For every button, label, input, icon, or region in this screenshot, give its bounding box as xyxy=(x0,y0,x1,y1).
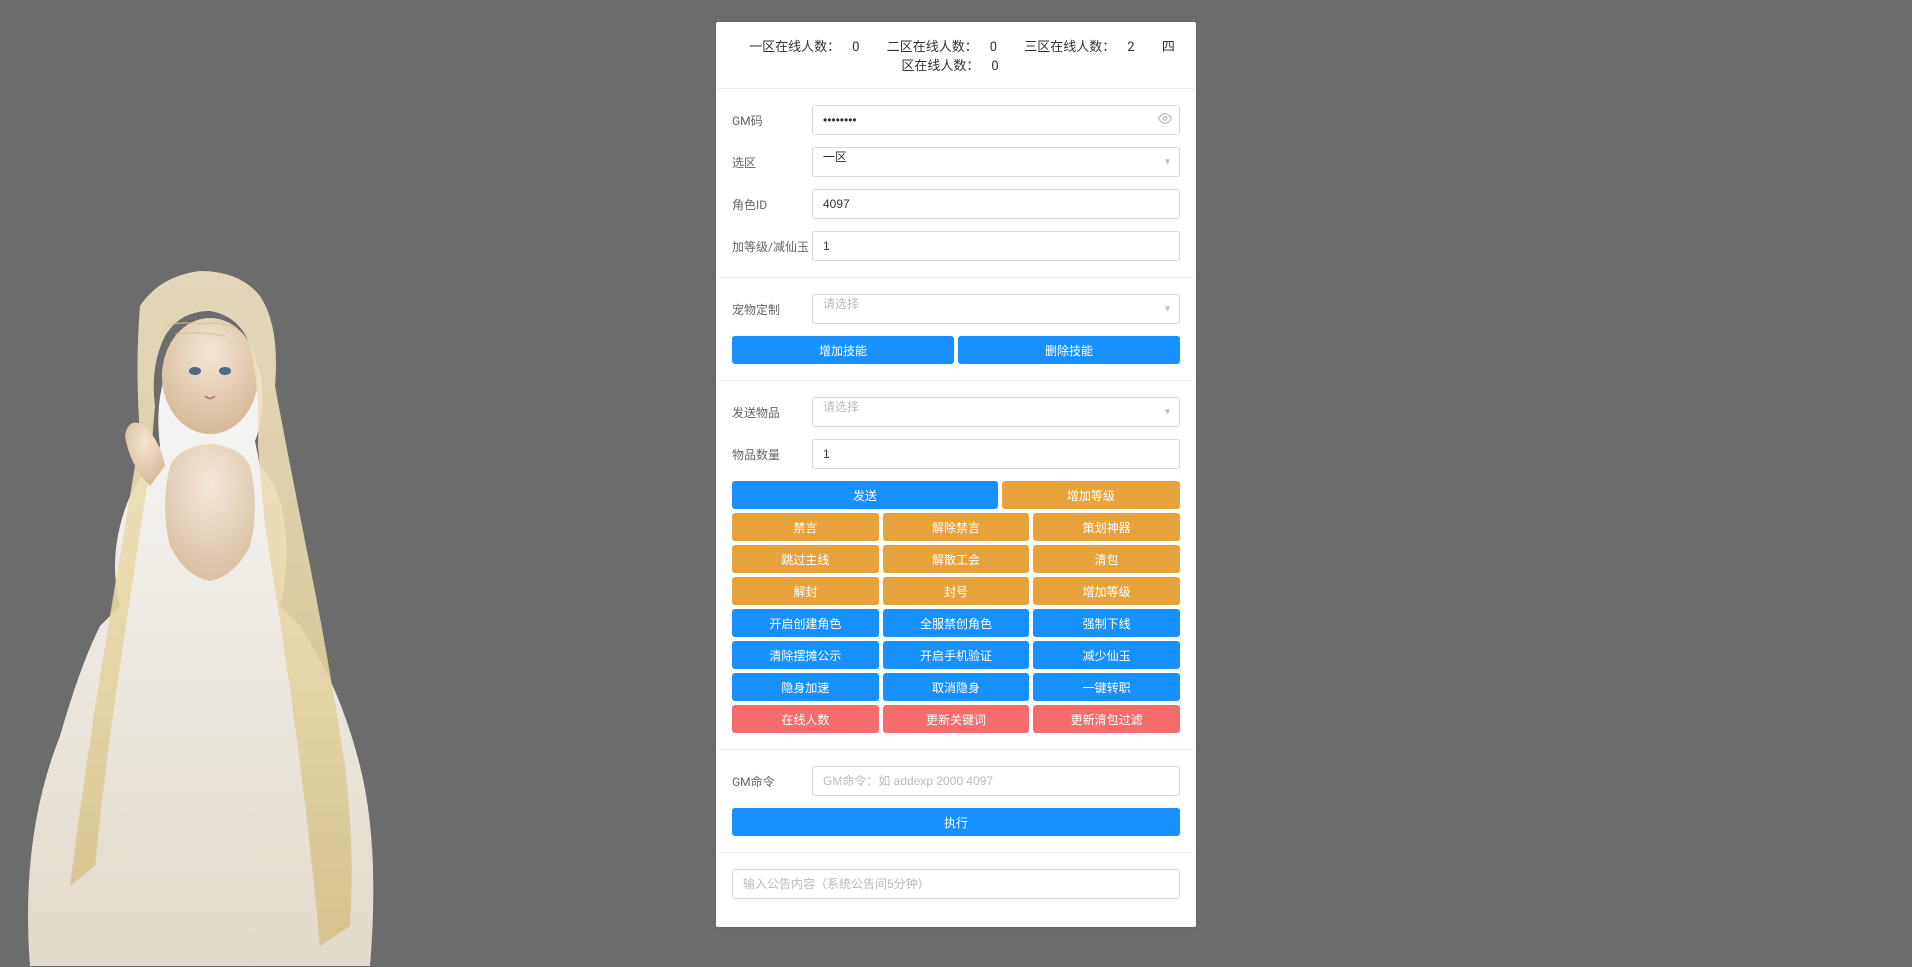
zone2-status: 二区在线人数：0 xyxy=(881,40,1003,55)
force-offline-button[interactable]: 强制下线 xyxy=(1033,609,1180,637)
announce-input[interactable] xyxy=(732,869,1180,899)
send-item-label: 发送物品 xyxy=(732,404,812,421)
clear-display-button[interactable]: 清除摆摊公示 xyxy=(732,641,879,669)
skip-main-button[interactable]: 跳过主线 xyxy=(732,545,879,573)
zone1-status: 一区在线人数：0 xyxy=(743,40,865,55)
gm-cmd-input[interactable] xyxy=(812,766,1180,796)
level-label: 加等级/减仙玉 xyxy=(732,238,812,255)
zone3-status: 三区在线人数：2 xyxy=(1018,40,1140,55)
disable-create-button[interactable]: 全服禁创角色 xyxy=(883,609,1030,637)
background-character-image xyxy=(0,186,420,966)
item-count-label: 物品数量 xyxy=(732,446,812,463)
gm-code-label: GM码 xyxy=(732,112,812,129)
one-key-job-button[interactable]: 一键转职 xyxy=(1033,673,1180,701)
stealth-speed-button[interactable]: 隐身加速 xyxy=(732,673,879,701)
level-input[interactable] xyxy=(812,231,1180,261)
send-item-select[interactable]: 请选择 xyxy=(812,397,1180,427)
pet-select[interactable]: 请选择 xyxy=(812,294,1180,324)
admin-panel: 一区在线人数：0 二区在线人数：0 三区在线人数：2 四区在线人数：0 GM码 … xyxy=(716,22,1196,927)
dissolve-guild-button[interactable]: 解散工会 xyxy=(883,545,1030,573)
gm-cmd-label: GM命令 xyxy=(732,773,812,790)
online-count-button[interactable]: 在线人数 xyxy=(732,705,879,733)
role-id-input[interactable] xyxy=(812,189,1180,219)
add-level-button[interactable]: 增加等级 xyxy=(1002,481,1180,509)
online-status-bar: 一区在线人数：0 二区在线人数：0 三区在线人数：2 四区在线人数：0 xyxy=(716,22,1196,89)
clear-bag-button[interactable]: 清包 xyxy=(1033,545,1180,573)
gm-code-input[interactable] xyxy=(812,105,1180,135)
plan-god-button[interactable]: 策划神器 xyxy=(1033,513,1180,541)
unmute-button[interactable]: 解除禁言 xyxy=(883,513,1030,541)
execute-button[interactable]: 执行 xyxy=(732,808,1180,836)
mute-button[interactable]: 禁言 xyxy=(732,513,879,541)
delete-skill-button[interactable]: 删除技能 xyxy=(958,336,1180,364)
update-filter-button[interactable]: 更新清包过滤 xyxy=(1033,705,1180,733)
enable-phone-button[interactable]: 开启手机验证 xyxy=(883,641,1030,669)
seal-button[interactable]: 封号 xyxy=(883,577,1030,605)
character-silhouette xyxy=(0,186,420,966)
update-keyword-button[interactable]: 更新关键词 xyxy=(883,705,1030,733)
add-skill-button[interactable]: 增加技能 xyxy=(732,336,954,364)
cancel-stealth-button[interactable]: 取消隐身 xyxy=(883,673,1030,701)
zone-select[interactable]: 一区 xyxy=(812,147,1180,177)
eye-icon[interactable] xyxy=(1158,112,1172,129)
pet-label: 宠物定制 xyxy=(732,301,812,318)
send-button[interactable]: 发送 xyxy=(732,481,998,509)
item-count-input[interactable] xyxy=(812,439,1180,469)
reduce-jade-button[interactable]: 减少仙玉 xyxy=(1033,641,1180,669)
add-level2-button[interactable]: 增加等级 xyxy=(1033,577,1180,605)
role-id-label: 角色ID xyxy=(732,196,812,213)
enable-create-button[interactable]: 开启创建角色 xyxy=(732,609,879,637)
zone-label: 选区 xyxy=(732,154,812,171)
unseal-button[interactable]: 解封 xyxy=(732,577,879,605)
